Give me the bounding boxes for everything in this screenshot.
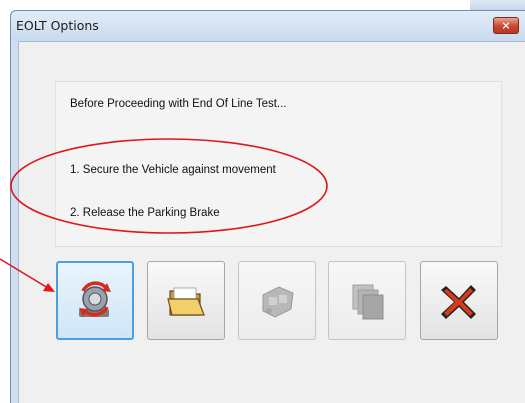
cancel-button[interactable] [420,261,498,340]
window-title: EOLT Options [16,18,99,33]
copy-pages-button[interactable] [328,261,406,340]
folder-icon [167,287,205,316]
instructions-heading: Before Proceeding with End Of Line Test.… [70,98,287,110]
title-bar[interactable]: EOLT Options × [11,11,525,41]
start-eol-test-button[interactable] [56,261,134,340]
close-icon: × [501,19,511,32]
instructions-panel: Before Proceeding with End Of Line Test.… [55,81,502,247]
background-window-edge [470,0,525,10]
instruction-step-2: 2. Release the Parking Brake [70,207,220,219]
open-folder-button[interactable] [147,261,225,340]
engine-module-button[interactable] [238,261,316,340]
close-window-button[interactable]: × [493,17,519,34]
pages-stack-icon [352,284,384,319]
engine-refresh-icon [79,280,111,317]
eolt-options-dialog: EOLT Options × Before Proceeding with En… [10,10,525,403]
instruction-step-1: 1. Secure the Vehicle against movement [70,164,276,176]
engine-block-icon [262,285,294,318]
dialog-content: Before Proceeding with End Of Line Test.… [18,41,525,403]
red-x-icon [441,284,476,319]
